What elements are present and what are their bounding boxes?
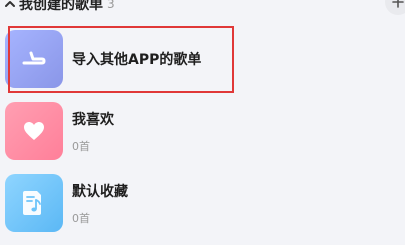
playlist-song-count: 0首 — [72, 139, 90, 153]
playlist-item-favorites[interactable]: 我喜欢 0首 — [0, 101, 405, 173]
import-arrow-icon — [22, 51, 46, 65]
playlist-cover — [5, 30, 63, 88]
chevron-up-icon[interactable] — [3, 0, 17, 11]
section-title: 我创建的歌单 — [19, 0, 103, 13]
music-note-icon — [23, 191, 41, 215]
section-count: 3 — [107, 0, 115, 11]
playlist-cover — [5, 102, 63, 160]
heart-icon — [24, 122, 44, 140]
playlist-item-default-collection[interactable]: 默认收藏 0首 — [0, 173, 405, 245]
playlist-cover — [5, 174, 63, 232]
playlist-list: 导入其他APP的歌单 我喜欢 0首 默认收藏 0首 — [0, 29, 405, 245]
playlist-section-header[interactable]: 我创建的歌单 3 — [0, 0, 405, 15]
add-playlist-button[interactable] — [385, 0, 405, 15]
playlist-title: 导入其他APP的歌单 — [72, 52, 202, 68]
playlist-text: 默认收藏 0首 — [72, 173, 128, 233]
playlist-song-count: 0首 — [72, 211, 90, 225]
playlist-title: 我喜欢 — [72, 111, 114, 128]
playlist-text: 我喜欢 0首 — [72, 101, 114, 161]
playlist-text: 导入其他APP的歌单 — [72, 29, 201, 89]
playlist-item-import[interactable]: 导入其他APP的歌单 — [0, 29, 405, 101]
playlist-title: 默认收藏 — [72, 183, 128, 200]
plus-icon — [392, 0, 404, 8]
